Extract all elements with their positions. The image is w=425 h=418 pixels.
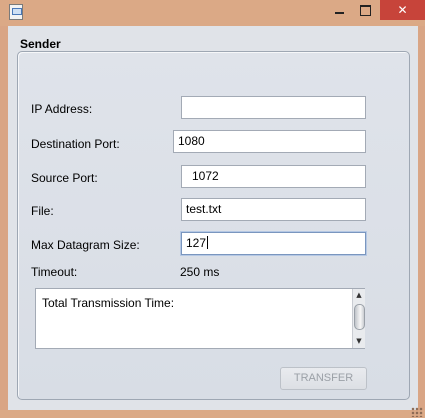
max-datagram-size-label: Max Datagram Size:	[31, 238, 140, 252]
ip-address-label: IP Address:	[31, 102, 93, 116]
window-content: Sender IP Address: Destination Port: 108…	[8, 26, 418, 410]
max-datagram-size-value: 127	[186, 236, 207, 250]
timeout-label: Timeout:	[31, 265, 78, 279]
ip-address-field[interactable]	[181, 96, 366, 119]
source-port-field[interactable]: 1072	[181, 165, 366, 188]
minimize-button[interactable]	[326, 0, 352, 20]
scrollbar-thumb[interactable]	[354, 304, 365, 330]
text-caret	[207, 236, 209, 249]
resize-grip-icon[interactable]	[411, 407, 423, 417]
title-bar[interactable]	[0, 0, 425, 26]
vertical-scrollbar[interactable]: ▲ ▼	[352, 289, 365, 348]
file-field[interactable]: test.txt	[181, 198, 366, 221]
maximize-button[interactable]	[352, 0, 378, 20]
file-label: File:	[31, 204, 54, 218]
transfer-button[interactable]: TRANSFER	[280, 367, 367, 390]
window-bottom-border	[0, 407, 425, 418]
destination-port-label: Destination Port:	[31, 137, 120, 151]
output-text: Total Transmission Time:	[42, 296, 175, 310]
group-title: Sender	[20, 37, 61, 51]
output-text-area[interactable]: Total Transmission Time: ▲ ▼	[35, 288, 365, 349]
timeout-value: 250 ms	[180, 265, 220, 279]
java-window-icon	[9, 4, 23, 20]
sender-panel: IP Address: Destination Port: 1080 Sourc…	[17, 51, 410, 400]
scroll-up-arrow-icon[interactable]: ▲	[353, 290, 365, 301]
close-button[interactable]	[380, 0, 425, 20]
max-datagram-size-field[interactable]: 127	[181, 232, 366, 255]
destination-port-field[interactable]: 1080	[173, 130, 366, 153]
source-port-label: Source Port:	[31, 171, 98, 185]
scroll-down-arrow-icon[interactable]: ▼	[353, 336, 365, 347]
